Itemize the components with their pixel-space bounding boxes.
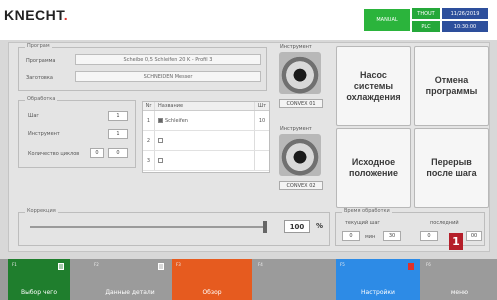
row-qty (255, 131, 269, 150)
row-nr: 2 (143, 131, 155, 150)
correction-value[interactable]: 100 (284, 220, 310, 233)
f1-label: Выбор чего (21, 289, 57, 296)
f2-part-data-button[interactable]: F2 Данные детали (90, 259, 170, 300)
brand-logo: KNECHT. (4, 7, 69, 23)
header-bar: KNECHT. MANUAL THOUT 11/26/2019 PLC 10:3… (0, 0, 497, 40)
program-field[interactable]: Scheibe 0,5 Schleifen 20 K - Profil 3 (75, 54, 261, 65)
f3-overview-button[interactable]: F3 Обзор (172, 259, 252, 300)
slider-handle[interactable] (263, 221, 267, 233)
correction-slider[interactable] (30, 226, 266, 228)
tool2-code[interactable]: CONVEX 02 (279, 181, 323, 190)
mode-status: MANUAL (364, 9, 410, 31)
tool1-code[interactable]: CONVEX 01 (279, 99, 323, 108)
current-time-sep: мин (365, 234, 376, 240)
row-name-cell (155, 131, 255, 150)
row-checkbox[interactable] (158, 118, 163, 123)
f6-menu-button[interactable]: F6 меню (422, 259, 497, 300)
row-nr: 1 (143, 111, 155, 130)
row-name-cell (155, 151, 255, 170)
f4-number: F4 (258, 262, 263, 267)
program-group-title: Програм (25, 43, 52, 49)
tool-icon (408, 263, 414, 270)
status-chip-2: PLC (412, 21, 440, 32)
f2-label: Данные детали (105, 289, 155, 296)
current-step-label: текущий шаг (345, 220, 381, 226)
remaining-time-field-2: 00 (466, 231, 482, 241)
row-name: Schleifen (165, 117, 188, 124)
f3-number: F3 (176, 262, 181, 267)
row-checkbox[interactable] (158, 158, 163, 163)
grinding-wheel-icon (279, 52, 321, 94)
f4-button[interactable]: F4 (254, 259, 334, 300)
row-nr: 3 (143, 151, 155, 170)
f2-number: F2 (94, 262, 99, 267)
workflow-group-title: Обработка (25, 96, 58, 102)
tool-field[interactable]: 1 (108, 129, 128, 139)
duration-group-title: Время обработки (342, 208, 392, 214)
col-nr: Nr (143, 102, 155, 110)
f5-label: Настройки (361, 289, 395, 296)
tool-label: Инструмент (28, 131, 60, 137)
step-field[interactable]: 1 (108, 111, 128, 121)
f6-number: F6 (426, 262, 431, 267)
home-position-button[interactable]: Исходное положение (336, 128, 411, 208)
image-icon (158, 263, 164, 270)
step-label: Шаг (28, 113, 40, 119)
col-qty: Шт (257, 103, 267, 109)
f6-label: меню (450, 289, 469, 296)
time-chip: 10:30:00 (442, 21, 488, 32)
tool1-title: Инструмент (280, 44, 312, 50)
correction-group-title: Коррекция (25, 208, 58, 214)
tool2-title: Инструмент (280, 126, 312, 132)
row-qty: 10 (258, 117, 266, 124)
table-row[interactable]: 1 Schleifen 10 (143, 111, 269, 131)
percent-unit: % (316, 222, 324, 230)
f5-number: F5 (340, 262, 345, 267)
callout-marker: 1 (449, 233, 463, 250)
f5-settings-button[interactable]: F5 Настройки (336, 259, 420, 300)
program-label: Программа (26, 58, 56, 64)
current-time-field-2: 30 (383, 231, 401, 241)
row-qty (255, 151, 269, 170)
remaining-label: последний (430, 220, 459, 226)
date-chip: 11/26/2019 (442, 8, 488, 19)
cycles-field-2[interactable]: 0 (108, 148, 128, 158)
document-icon (58, 263, 64, 270)
current-time-field-1: 0 (342, 231, 360, 241)
step-table: Nr Название Шт 1 Schleifen 10 2 3 (142, 101, 270, 173)
blank-field[interactable]: SCHNEIDEN Messer (75, 71, 261, 82)
table-header: Nr Название Шт (143, 102, 269, 111)
pause-after-step-button[interactable]: Перерыв после шага (414, 128, 489, 208)
f1-number: F1 (12, 262, 17, 267)
row-name-cell: Schleifen (155, 111, 255, 130)
f1-select-button[interactable]: F1 Выбор чего (8, 259, 70, 300)
f3-label: Обзор (202, 289, 222, 296)
cancel-program-button[interactable]: Отмена программы (414, 46, 489, 126)
cycles-field-1[interactable]: 0 (90, 148, 104, 158)
row-checkbox[interactable] (158, 138, 163, 143)
cycles-label: Количество циклов (28, 151, 80, 157)
table-row[interactable]: 2 (143, 131, 269, 151)
col-name: Название (155, 102, 255, 110)
blank-label: Заготовка (26, 75, 53, 81)
remaining-time-field-1: 0 (420, 231, 438, 241)
coolant-pump-button[interactable]: Насос системы охлаждения (336, 46, 411, 126)
table-row[interactable]: 3 (143, 151, 269, 171)
grinding-wheel-icon (279, 134, 321, 176)
status-chip-1: THOUT (412, 8, 440, 19)
